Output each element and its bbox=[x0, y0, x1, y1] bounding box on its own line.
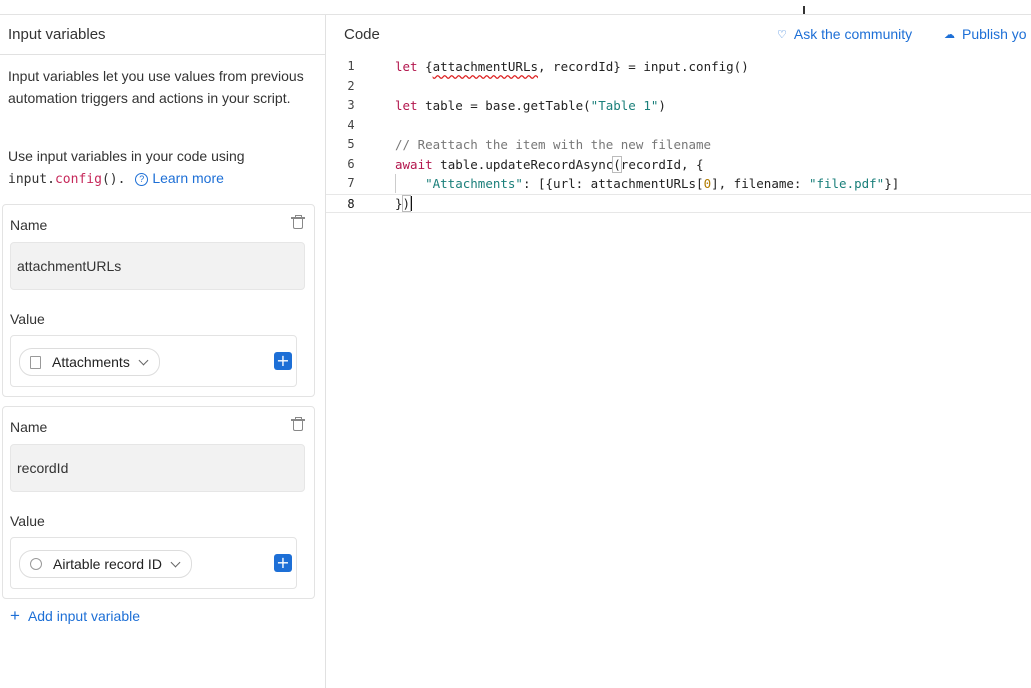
code-text: let table = base.getTable("Table 1") bbox=[395, 98, 666, 113]
input-variables-title: Input variables bbox=[8, 26, 106, 43]
input-variables-header: Input variables bbox=[0, 15, 325, 55]
code-line: 6 await table.updateRecordAsync(recordId… bbox=[326, 155, 1031, 175]
name-label: Name bbox=[10, 419, 48, 435]
insert-value-button[interactable]: + bbox=[274, 352, 292, 370]
ask-community-link[interactable]: ♡ Ask the community bbox=[777, 26, 912, 42]
help-icon: ? bbox=[135, 173, 149, 186]
value-pill-label: Attachments bbox=[52, 354, 130, 370]
add-input-variable-button[interactable]: + Add input variable bbox=[10, 606, 141, 625]
usage-code-config: config bbox=[54, 172, 102, 187]
name-input[interactable]: recordId bbox=[10, 444, 305, 492]
value-pill-label: Airtable record ID bbox=[53, 556, 162, 572]
chevron-down-icon bbox=[170, 557, 181, 567]
trash-icon[interactable] bbox=[291, 417, 305, 431]
publish-link[interactable]: ☁ Publish yo bbox=[944, 26, 1027, 42]
input-variable-card: Name attachmentURLs Value Attachments + bbox=[2, 204, 315, 397]
code-line: 3 let table = base.getTable("Table 1") bbox=[326, 96, 1031, 116]
trash-icon[interactable] bbox=[291, 215, 305, 229]
chevron-down-icon bbox=[138, 355, 149, 365]
name-input[interactable]: attachmentURLs bbox=[10, 242, 305, 290]
code-text: let {attachmentURLs, recordId} = input.c… bbox=[395, 59, 749, 74]
value-pill[interactable]: Attachments bbox=[19, 348, 160, 376]
line-number: 4 bbox=[347, 117, 355, 132]
text-cursor bbox=[410, 195, 412, 211]
name-input-value: recordId bbox=[17, 460, 69, 476]
input-variables-usage: Use input variables in your code using i… bbox=[8, 145, 308, 191]
top-border bbox=[0, 0, 1031, 15]
usage-text: Use input variables in your code using bbox=[8, 148, 245, 164]
cloud-upload-icon: ☁ bbox=[944, 28, 955, 41]
value-field: Airtable record ID + bbox=[10, 537, 297, 589]
value-label: Value bbox=[10, 513, 45, 529]
attachment-icon bbox=[30, 355, 41, 369]
code-panel: Code ♡ Ask the community ☁ Publish yo 1 … bbox=[326, 15, 1031, 688]
value-pill[interactable]: Airtable record ID bbox=[19, 550, 192, 578]
usage-code-parens: (). bbox=[101, 172, 126, 187]
name-input-value: attachmentURLs bbox=[17, 258, 122, 274]
value-label: Value bbox=[10, 311, 45, 327]
input-variables-panel: Input variables Input variables let you … bbox=[0, 15, 326, 688]
add-input-variable-label: Add input variable bbox=[27, 608, 141, 624]
insert-value-button[interactable]: + bbox=[274, 554, 292, 572]
line-number: 1 bbox=[347, 59, 355, 73]
code-line: 1 let {attachmentURLs, recordId} = input… bbox=[326, 57, 1031, 77]
line-number: 6 bbox=[347, 156, 355, 171]
learn-more-link[interactable]: Learn more bbox=[152, 170, 224, 186]
ask-community-label: Ask the community bbox=[793, 26, 913, 42]
line-number: 5 bbox=[347, 137, 355, 151]
code-text: }) bbox=[395, 194, 412, 212]
code-header: Code ♡ Ask the community ☁ Publish yo bbox=[326, 15, 1031, 54]
code-text: "Attachments": [{url: attachmentURLs[0],… bbox=[425, 176, 900, 191]
code-title: Code bbox=[344, 26, 380, 43]
line-number: 7 bbox=[347, 176, 355, 190]
code-line: 4 bbox=[326, 116, 1031, 136]
code-line: 5 // Reattach the item with the new file… bbox=[326, 135, 1031, 155]
line-number: 2 bbox=[347, 78, 355, 93]
plus-icon: + bbox=[10, 606, 20, 625]
top-tick bbox=[803, 6, 805, 14]
code-line: 2 bbox=[326, 77, 1031, 97]
publish-label: Publish yo bbox=[962, 26, 1027, 42]
line-number: 3 bbox=[347, 98, 355, 112]
line-number: 8 bbox=[347, 196, 355, 211]
code-line-active: 8 }) bbox=[326, 193, 1031, 213]
usage-code-input: input. bbox=[8, 172, 55, 187]
value-field: Attachments + bbox=[10, 335, 297, 387]
fingerprint-icon bbox=[30, 558, 42, 570]
code-editor[interactable]: 1 let {attachmentURLs, recordId} = input… bbox=[326, 57, 1031, 213]
code-text: await table.updateRecordAsync(recordId, … bbox=[395, 155, 704, 173]
name-label: Name bbox=[10, 217, 48, 233]
input-variables-description: Input variables let you use values from … bbox=[8, 68, 304, 106]
community-icon: ♡ bbox=[777, 28, 787, 41]
code-comment: // Reattach the item with the new filena… bbox=[395, 137, 712, 152]
input-variable-card: Name recordId Value Airtable record ID + bbox=[2, 406, 315, 599]
code-line: 7 "Attachments": [{url: attachmentURLs[0… bbox=[326, 174, 1031, 194]
